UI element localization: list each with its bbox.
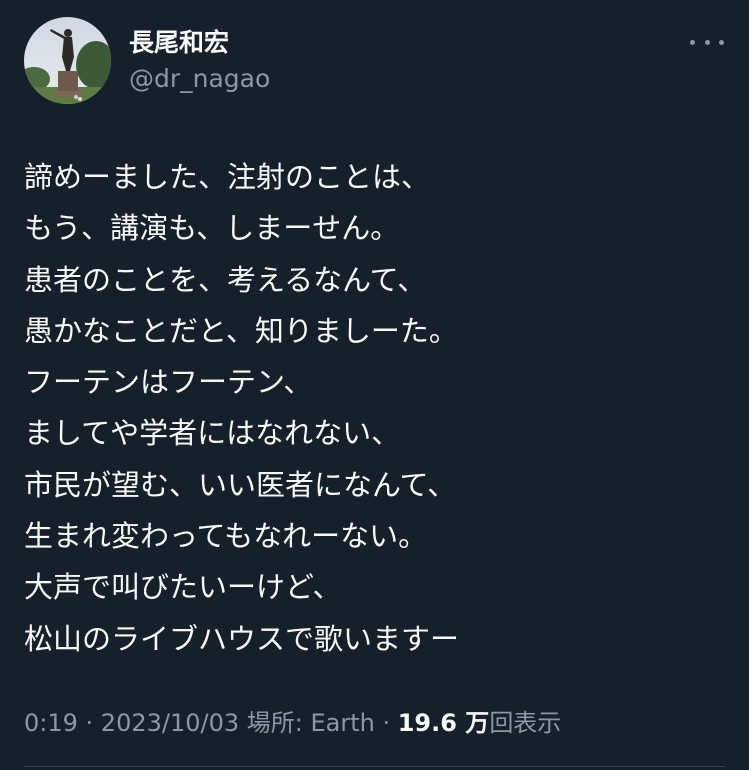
- views-count[interactable]: 19.6 万: [398, 709, 490, 737]
- more-dot: [704, 39, 710, 45]
- tweet-date[interactable]: 2023/10/03: [101, 709, 239, 737]
- tweet-line: 大声で叫びたいーけど、: [24, 570, 342, 605]
- meta-separator: ·: [374, 709, 398, 737]
- avatar-image: [24, 17, 111, 104]
- tweet-line: ましてや学者にはなれない、: [24, 416, 401, 451]
- tweet-line: 生まれ変わってもなれーない。: [24, 519, 428, 554]
- more-dot: [719, 39, 724, 45]
- author-display-name[interactable]: 長尾和宏: [129, 27, 229, 59]
- tweet-line: 諦めーました、注射のことは、: [24, 160, 431, 194]
- tweet-text: 諦めーました、注射のことは、 もう、講演も、しまーせん。 患者のことを、考えるな…: [24, 152, 724, 665]
- divider: [24, 766, 725, 767]
- tweet-time[interactable]: 0:19: [24, 709, 78, 737]
- author-handle[interactable]: @dr_nagao: [129, 63, 270, 95]
- tweet-line: フーテンはフーテン、: [24, 365, 313, 400]
- tweet-line: 愚かなことだと、知りましーた。: [24, 313, 458, 348]
- tweet-line: 患者のことを、考えるなんて、: [24, 262, 427, 297]
- tweet-line: 市民が望む、いい医者になんて、: [24, 467, 457, 502]
- tweet-detail: 長尾和宏 @dr_nagao 諦めーました、注射のことは、 もう、講演も、しまー…: [0, 0, 749, 770]
- avatar[interactable]: [24, 17, 111, 104]
- tweet-meta: 0:19 · 2023/10/03 場所: Earth · 19.6 万回表示: [24, 705, 561, 741]
- more-dot: [690, 39, 695, 45]
- tweet-line: もう、講演も、しまーせん。: [24, 211, 400, 246]
- tweet-line: 松山のライブハウスで歌いますー: [24, 621, 460, 656]
- meta-separator: ·: [77, 709, 101, 737]
- views-label: 回表示: [489, 709, 562, 737]
- more-horizontal-icon[interactable]: [690, 30, 724, 54]
- tweet-location: 場所: Earth: [246, 709, 375, 737]
